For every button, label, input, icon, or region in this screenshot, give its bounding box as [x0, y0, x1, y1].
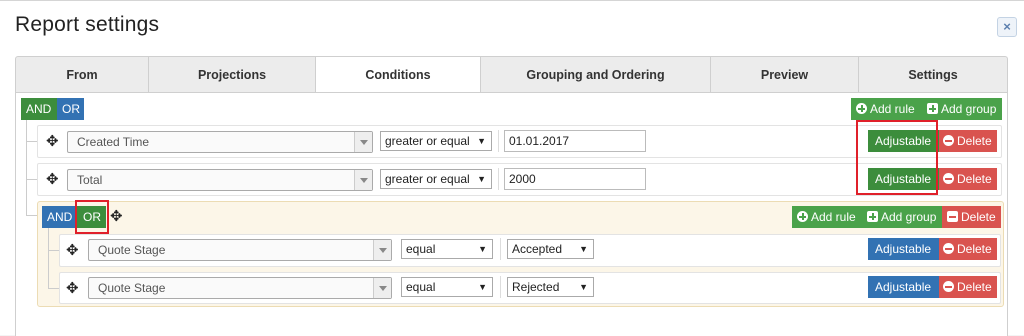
tab-projections[interactable]: Projections	[149, 57, 316, 93]
highlight-box	[856, 120, 938, 195]
delete-label: Delete	[957, 242, 992, 256]
report-settings-dialog: Report settings × From Projections Condi…	[0, 0, 1024, 336]
field-select-arrow	[67, 169, 373, 191]
tree-line	[26, 120, 27, 216]
plus-circle-icon	[797, 211, 808, 222]
operator-select-value: equal	[406, 280, 436, 294]
tab-preview[interactable]: Preview	[711, 57, 859, 93]
tab-conditions[interactable]: Conditions	[316, 57, 481, 94]
minus-circle-icon	[943, 135, 954, 146]
divider	[498, 168, 499, 190]
field-select-arrow	[88, 277, 392, 299]
tree-line	[26, 179, 37, 180]
value-select[interactable]: Accepted ▼	[507, 239, 594, 259]
add-rule-label: Add rule	[870, 102, 915, 116]
delete-label: Delete	[957, 280, 992, 294]
add-group-label: Add group	[941, 102, 997, 116]
operator-select[interactable]: equal ▼	[401, 277, 493, 297]
add-rule-label: Add rule	[811, 210, 856, 224]
value-select[interactable]: Rejected ▼	[507, 277, 594, 297]
add-rule-button[interactable]: Add rule	[792, 206, 862, 228]
and-toggle-button[interactable]: AND	[42, 206, 77, 228]
tab-from[interactable]: From	[16, 57, 149, 93]
tab-bar: From Projections Conditions Grouping and…	[15, 56, 1008, 94]
divider	[498, 130, 499, 152]
operator-select-value: greater or equal	[385, 172, 470, 186]
operator-select[interactable]: equal ▼	[401, 239, 493, 259]
minus-circle-icon	[943, 173, 954, 184]
divider	[500, 238, 501, 260]
minus-square-icon	[947, 211, 958, 222]
plus-square-icon	[867, 211, 878, 222]
value-select-value: Accepted	[512, 242, 563, 256]
move-arrows-icon[interactable]: ✥	[66, 243, 79, 258]
operator-select-value: greater or equal	[385, 134, 470, 148]
value-select-value: Rejected	[512, 280, 560, 294]
add-group-button[interactable]: Add group	[922, 98, 1002, 120]
operator-select-value: equal	[406, 242, 436, 256]
move-arrows-icon[interactable]: ✥	[46, 134, 59, 149]
tab-settings[interactable]: Settings	[859, 57, 1007, 93]
value-input[interactable]: 2000	[504, 168, 646, 190]
plus-circle-icon	[856, 103, 867, 114]
delete-rule-button[interactable]: Delete	[939, 168, 997, 190]
or-toggle-button[interactable]: OR	[57, 98, 84, 120]
plus-square-icon	[927, 103, 938, 114]
and-toggle-button[interactable]: AND	[21, 98, 57, 120]
close-icon[interactable]: ×	[997, 17, 1017, 37]
add-group-label: Add group	[881, 210, 937, 224]
move-arrows-icon[interactable]: ✥	[66, 281, 79, 296]
delete-rule-button[interactable]: Delete	[939, 238, 997, 260]
add-group-button[interactable]: Add group	[862, 206, 942, 228]
minus-circle-icon	[943, 243, 954, 254]
operator-select[interactable]: greater or equal ▼	[380, 169, 492, 189]
adjustable-button[interactable]: Adjustable	[868, 276, 939, 298]
delete-group-button[interactable]: Delete	[942, 206, 1001, 228]
delete-label: Delete	[957, 134, 992, 148]
add-rule-button[interactable]: Add rule	[851, 98, 922, 120]
delete-label: Delete	[961, 210, 996, 224]
tree-line	[48, 227, 49, 289]
tree-line	[26, 141, 37, 142]
move-arrows-icon[interactable]: ✥	[110, 209, 123, 224]
move-arrows-icon[interactable]: ✥	[46, 172, 59, 187]
minus-circle-icon	[943, 281, 954, 292]
field-select-arrow	[67, 131, 373, 153]
operator-select[interactable]: greater or equal ▼	[380, 131, 492, 151]
tree-line	[26, 215, 37, 216]
divider	[500, 276, 501, 298]
field-select-arrow	[88, 239, 392, 261]
delete-rule-button[interactable]: Delete	[939, 276, 997, 298]
value-input[interactable]: 01.01.2017	[504, 130, 646, 152]
tab-grouping-and-ordering[interactable]: Grouping and Ordering	[481, 57, 711, 93]
delete-rule-button[interactable]: Delete	[939, 130, 997, 152]
adjustable-button[interactable]: Adjustable	[868, 238, 939, 260]
dialog-title: Report settings	[15, 13, 160, 36]
delete-label: Delete	[957, 172, 992, 186]
highlight-box	[75, 200, 109, 234]
